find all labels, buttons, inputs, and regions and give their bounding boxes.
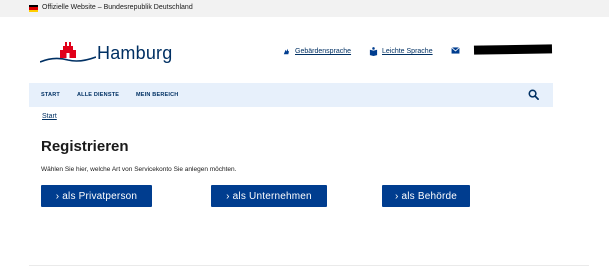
divider — [29, 265, 589, 266]
register-authority-button[interactable]: › als Behörde — [382, 185, 470, 207]
sign-language-label[interactable]: Gebärdensprache — [295, 48, 351, 55]
official-website-text: Offizielle Website – Bundesrepublik Deut… — [42, 4, 193, 11]
sign-language-link[interactable]: Gebärdensprache — [282, 47, 351, 56]
mail-link[interactable] — [451, 47, 460, 54]
easy-language-label[interactable]: Leichte Sprache — [382, 48, 433, 55]
breadcrumb: Start — [42, 113, 57, 120]
main-navigation: START ALLE DIENSTE MEIN BEREICH — [29, 83, 553, 107]
nav-item-alle-dienste[interactable]: ALLE DIENSTE — [77, 92, 119, 98]
breadcrumb-start-link[interactable]: Start — [42, 113, 57, 120]
redacted-account-name — [473, 44, 553, 55]
sign-language-icon — [283, 48, 290, 55]
page-subtitle: Wählen Sie hier, welche Art von Servicek… — [41, 166, 237, 173]
nav-item-mein-bereich[interactable]: MEIN BEREICH — [136, 92, 178, 98]
page-title: Registrieren — [41, 138, 129, 155]
mail-icon[interactable] — [451, 47, 460, 54]
register-company-button[interactable]: › als Unternehmen — [211, 185, 327, 207]
easy-language-icon — [369, 47, 378, 56]
search-icon[interactable] — [528, 89, 539, 100]
easy-language-link[interactable]: Leichte Sprache — [369, 47, 433, 56]
official-website-bar: Offizielle Website – Bundesrepublik Deut… — [0, 0, 609, 17]
register-private-person-button[interactable]: › als Privatperson — [41, 185, 152, 207]
german-flag-icon — [29, 5, 38, 12]
nav-item-start[interactable]: START — [41, 92, 60, 98]
